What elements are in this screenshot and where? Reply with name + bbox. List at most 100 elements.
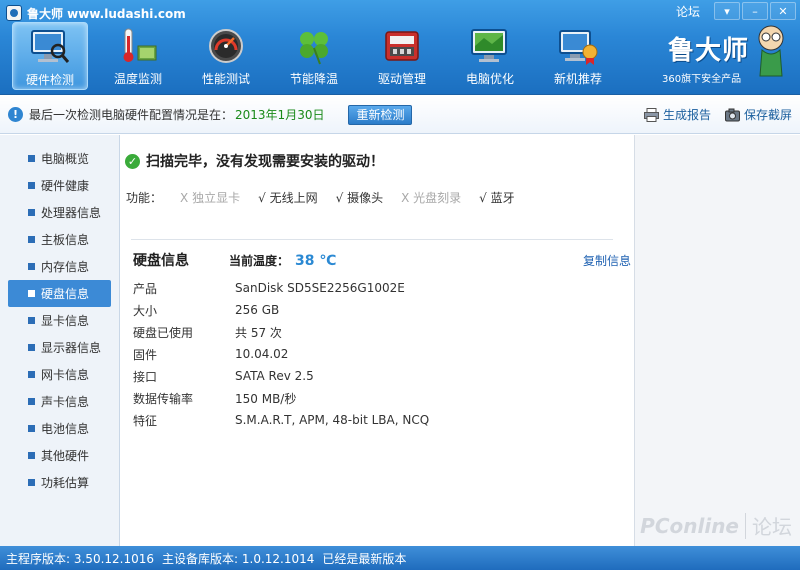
main-panel: ✓ 扫描完毕，没有发现需要安装的驱动！ 功能： X 独立显卡 √ 无线上网 √ … — [121, 135, 633, 546]
bullet-icon — [28, 479, 35, 486]
row-key: 产品 — [133, 281, 158, 296]
bullet-icon — [28, 398, 35, 405]
new-pc-icon — [559, 30, 598, 65]
feature-list: 功能： X 独立显卡 √ 无线上网 √ 摄像头 X 光盘刻录 √ 蓝牙 — [126, 189, 515, 206]
disk-info-table: 产品 SanDisk SD5SE2256G1002E 大小 256 GB 硬盘已使用… — [133, 277, 429, 431]
close-button[interactable]: ✕ — [770, 2, 796, 20]
sidebar-item-label: 硬盘信息 — [41, 287, 90, 301]
sidebar-item-battery[interactable]: 电池信息 — [8, 415, 111, 442]
row-value: 10.04.02 — [235, 347, 289, 361]
table-row: 产品 SanDisk SD5SE2256G1002E — [133, 277, 429, 299]
table-row: 数据传输率 150 MB/秒 — [133, 387, 429, 409]
brand-subtitle: 360旗下安全产品 — [662, 74, 742, 85]
sidebar-item-disk[interactable]: 硬盘信息 — [8, 280, 111, 307]
nav-label: 电脑优化 — [465, 72, 514, 86]
nav-label: 温度监测 — [113, 72, 162, 86]
row-key: 固件 — [133, 347, 158, 362]
feature-item: √ 摄像头 — [336, 189, 384, 206]
feature-mark: X — [401, 191, 410, 205]
watermark-forum: 论坛 — [752, 515, 792, 539]
bullet-icon — [28, 344, 35, 351]
printer-icon — [643, 107, 659, 122]
db-version: 主设备库版本: 1.0.12.1014 — [162, 551, 315, 566]
main-version: 主程序版本: 3.50.12.1016 — [6, 551, 155, 566]
sidebar-item-label: 硬件健康 — [41, 179, 90, 193]
bullet-icon — [28, 236, 35, 243]
feature-mark: √ — [258, 191, 266, 205]
sidebar: 电脑概览 硬件健康 处理器信息 主板信息 内存信息 硬盘信息 显卡信息 显示器信… — [0, 135, 120, 546]
brand-name: 鲁大师 — [668, 36, 750, 66]
clover-icon — [300, 32, 328, 65]
bullet-icon — [28, 425, 35, 432]
feature-item: √ 无线上网 — [258, 189, 318, 206]
sidebar-item-cpu[interactable]: 处理器信息 — [8, 199, 111, 226]
nav-hardware-detect[interactable]: 硬件检测 — [12, 22, 88, 90]
nav-energy-saving[interactable]: 节能降温 — [276, 22, 352, 90]
nav-pc-optimize[interactable]: 电脑优化 — [452, 22, 528, 90]
nav-label: 新机推荐 — [553, 72, 602, 86]
feature-label: 蓝牙 — [490, 191, 515, 205]
table-row: 固件 10.04.02 — [133, 343, 429, 365]
row-value: 150 MB/秒 — [235, 391, 297, 406]
nav-performance[interactable]: 性能测试 — [188, 22, 264, 90]
table-row: 特征 S.M.A.R.T, APM, 48-bit LBA, NCQ — [133, 409, 429, 431]
nav-temperature[interactable]: 温度监测 — [100, 22, 176, 90]
menu-dropdown-button[interactable]: ▾ — [714, 2, 740, 20]
copy-info-link[interactable]: 复制信息 — [583, 252, 631, 269]
feature-mark: √ — [479, 191, 487, 205]
monitor-magnifier-icon — [31, 30, 70, 63]
camera-icon — [724, 108, 740, 121]
minimize-button[interactable]: – — [742, 2, 768, 20]
nav-new-pc-recommend[interactable]: 新机推荐 — [540, 22, 616, 90]
watermark-separator — [745, 512, 746, 539]
bullet-icon — [28, 452, 35, 459]
feature-item: X 独立显卡 — [180, 189, 240, 206]
scan-message: 扫描完毕，没有发现需要安装的驱动！ — [146, 154, 384, 170]
right-panel: PConline 论坛 — [634, 135, 800, 546]
nav-driver-manager[interactable]: 驱动管理 — [364, 22, 440, 90]
nav-label: 性能测试 — [201, 72, 250, 86]
sidebar-item-motherboard[interactable]: 主板信息 — [8, 226, 111, 253]
sidebar-item-label: 其他硬件 — [41, 449, 90, 463]
row-value: 共 57 次 — [235, 325, 282, 340]
sidebar-item-sound[interactable]: 声卡信息 — [8, 388, 111, 415]
row-value: SanDisk SD5SE2256G1002E — [235, 281, 405, 295]
section-divider — [131, 239, 613, 240]
app-title: 鲁大师 www.ludashi.com — [6, 4, 186, 22]
bullet-icon — [28, 290, 35, 297]
scan-result: ✓ 扫描完毕，没有发现需要安装的驱动！ — [125, 151, 384, 171]
sidebar-item-label: 功耗估算 — [41, 476, 90, 490]
sidebar-item-hardware-health[interactable]: 硬件健康 — [8, 172, 111, 199]
disk-header: 硬盘信息 当前温度： 38 ℃ 复制信息 — [133, 250, 631, 272]
row-key: 大小 — [133, 303, 158, 318]
save-screenshot-button[interactable]: 保存截屏 — [724, 106, 792, 123]
recheck-button[interactable]: 重新检测 — [348, 104, 413, 125]
sidebar-item-network[interactable]: 网卡信息 — [8, 361, 111, 388]
bullet-icon — [28, 209, 35, 216]
feature-label: 无线上网 — [269, 191, 318, 205]
features-label: 功能： — [126, 191, 163, 205]
feature-mark: X — [180, 191, 189, 205]
sidebar-item-label: 电脑概览 — [41, 152, 90, 166]
sidebar-item-overview[interactable]: 电脑概览 — [8, 145, 111, 172]
bullet-icon — [28, 263, 35, 270]
sidebar-item-display[interactable]: 显示器信息 — [8, 334, 111, 361]
sidebar-item-other-hardware[interactable]: 其他硬件 — [8, 442, 111, 469]
sidebar-item-graphics[interactable]: 显卡信息 — [8, 307, 111, 334]
sidebar-item-label: 声卡信息 — [41, 395, 90, 409]
app-title-text: 鲁大师 www.ludashi.com — [27, 6, 186, 21]
row-value: SATA Rev 2.5 — [235, 369, 314, 383]
status-bar: 主程序版本: 3.50.12.1016 主设备库版本: 1.0.12.1014 … — [0, 546, 800, 570]
save-screenshot-label: 保存截屏 — [743, 108, 792, 122]
forum-link[interactable]: 论坛 — [676, 3, 700, 20]
header-bar: 鲁大师 www.ludashi.com 论坛 ▾ – ✕ 硬件检测 温度监测 性… — [0, 0, 800, 95]
nav-label: 节能降温 — [289, 72, 338, 86]
feature-label: 光盘刻录 — [413, 191, 462, 205]
sidebar-item-power-estimate[interactable]: 功耗估算 — [8, 469, 111, 496]
row-key: 接口 — [133, 369, 158, 384]
thermometer-icon — [123, 28, 157, 62]
sidebar-item-memory[interactable]: 内存信息 — [8, 253, 111, 280]
info-actions: 生成报告 保存截屏 — [643, 106, 792, 123]
temperature-label: 当前温度： — [229, 254, 290, 268]
generate-report-button[interactable]: 生成报告 — [643, 106, 711, 123]
